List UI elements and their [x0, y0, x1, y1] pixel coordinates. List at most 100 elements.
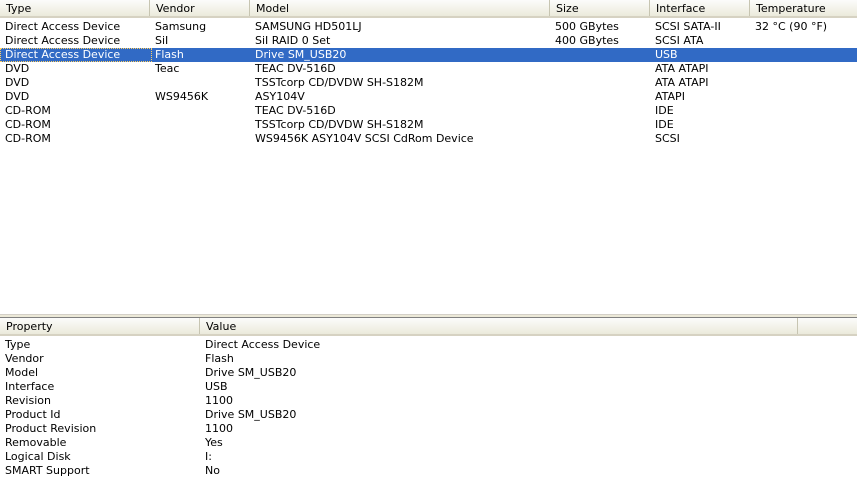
- property-cell-property: Model: [5, 366, 39, 379]
- property-cell-property: Vendor: [5, 352, 44, 365]
- property-row[interactable]: SMART Support No: [0, 464, 857, 478]
- property-cell-property: Logical Disk: [5, 450, 71, 463]
- device-cell-vendor: SiI: [155, 34, 169, 47]
- device-cell-vendor: [150, 104, 250, 118]
- device-row[interactable]: DVD Teac TEAC DV-516D ATA ATAPI: [0, 62, 857, 76]
- device-cell-type: Direct Access Device: [5, 20, 121, 33]
- device-cell-model: TSSTcorp CD/DVDW SH-S182M: [255, 118, 424, 131]
- device-cell-model: WS9456K ASY104V SCSI CdRom Device: [255, 132, 474, 145]
- property-list[interactable]: Property Value Type Direct Access Device V…: [0, 318, 857, 503]
- device-cell-size: [550, 48, 650, 62]
- device-row[interactable]: CD-ROM TEAC DV-516D IDE: [0, 104, 857, 118]
- device-cell-vendor: [150, 118, 250, 132]
- column-header-temperature[interactable]: Temperature: [750, 0, 857, 16]
- device-cell-temperature: [750, 76, 857, 90]
- device-cell-interface: SCSI ATA: [655, 34, 704, 47]
- device-cell-interface: SCSI SATA-II: [655, 20, 721, 33]
- device-cell-interface: IDE: [655, 118, 674, 131]
- property-row[interactable]: Type Direct Access Device: [0, 338, 857, 352]
- device-cell-size: [550, 90, 650, 104]
- column-header-vendor[interactable]: Vendor: [150, 0, 250, 16]
- device-cell-model: ASY104V: [255, 90, 305, 103]
- property-cell-property: Type: [5, 338, 31, 351]
- property-row[interactable]: Logical Disk I:: [0, 450, 857, 464]
- property-cell-value: No: [205, 464, 220, 477]
- device-cell-size: [550, 118, 650, 132]
- device-cell-temperature: [750, 90, 857, 104]
- device-cell-temperature: 32 °C (90 °F): [755, 20, 828, 33]
- device-cell-vendor: Flash: [155, 48, 184, 61]
- property-cell-value: Yes: [205, 436, 223, 449]
- column-header-model[interactable]: Model: [250, 0, 550, 16]
- device-cell-temperature: [750, 132, 857, 146]
- device-cell-size: [550, 76, 650, 90]
- device-cell-vendor: [150, 76, 250, 90]
- device-cell-model: TSSTcorp CD/DVDW SH-S182M: [255, 76, 424, 89]
- device-cell-temperature: [750, 34, 857, 48]
- property-cell-property: Removable: [5, 436, 67, 449]
- device-cell-model: Drive SM_USB20: [255, 48, 347, 61]
- device-cell-vendor: [150, 132, 250, 146]
- property-cell-value: USB: [205, 380, 228, 393]
- property-cell-value: Direct Access Device: [205, 338, 321, 351]
- property-row[interactable]: Vendor Flash: [0, 352, 857, 366]
- property-cell-property: Interface: [5, 380, 55, 393]
- device-cell-model: SAMSUNG HD501LJ: [255, 20, 362, 33]
- device-cell-type: CD-ROM: [5, 104, 51, 117]
- property-row[interactable]: Revision 1100: [0, 394, 857, 408]
- device-cell-temperature: [750, 48, 857, 62]
- column-header-interface[interactable]: Interface: [650, 0, 750, 16]
- property-cell-value: 1100: [205, 422, 233, 435]
- device-cell-temperature: [750, 62, 857, 76]
- property-list-header: Property Value: [0, 318, 857, 336]
- property-cell-property: Product Revision: [5, 422, 97, 435]
- device-cell-model: SiI RAID 0 Set: [255, 34, 331, 47]
- device-cell-size: 400 GBytes: [555, 34, 619, 47]
- device-cell-temperature: [750, 118, 857, 132]
- device-row[interactable]: DVD TSSTcorp CD/DVDW SH-S182M ATA ATAPI: [0, 76, 857, 90]
- column-header-property[interactable]: Property: [0, 318, 200, 334]
- device-cell-type: CD-ROM: [5, 132, 51, 145]
- column-header-size[interactable]: Size: [550, 0, 650, 16]
- property-cell-property: SMART Support: [5, 464, 90, 477]
- device-cell-size: [550, 104, 650, 118]
- property-row[interactable]: Interface USB: [0, 380, 857, 394]
- device-cell-temperature: [750, 104, 857, 118]
- device-cell-type: DVD: [5, 62, 30, 75]
- property-row[interactable]: Removable Yes: [0, 436, 857, 450]
- column-header-value[interactable]: Value: [200, 318, 798, 334]
- property-cell-value: I:: [205, 450, 212, 463]
- property-cell-value: Drive SM_USB20: [205, 366, 297, 379]
- device-cell-size: [550, 62, 650, 76]
- device-list[interactable]: Type Vendor Model Size Interface Tempera…: [0, 0, 857, 314]
- property-cell-property: Revision: [5, 394, 51, 407]
- device-row[interactable]: Direct Access Device Flash Drive SM_USB20 U…: [0, 48, 857, 62]
- property-row[interactable]: Product Revision 1100: [0, 422, 857, 436]
- property-cell-value: Drive SM_USB20: [205, 408, 297, 421]
- device-row[interactable]: CD-ROM WS9456K ASY104V SCSI CdRom Device S…: [0, 132, 857, 146]
- device-cell-size: 500 GBytes: [555, 20, 619, 33]
- device-cell-interface: ATA ATAPI: [655, 62, 709, 75]
- device-list-header: Type Vendor Model Size Interface Tempera…: [0, 0, 857, 18]
- property-row[interactable]: Model Drive SM_USB20: [0, 366, 857, 380]
- device-cell-interface: SCSI: [655, 132, 680, 145]
- device-cell-vendor: WS9456K: [155, 90, 209, 103]
- column-header-type[interactable]: Type: [0, 0, 150, 16]
- device-cell-model: TEAC DV-516D: [255, 104, 336, 117]
- device-cell-interface: USB: [655, 48, 678, 61]
- property-cell-value: 1100: [205, 394, 233, 407]
- device-row[interactable]: Direct Access Device SiI SiI RAID 0 Set 400…: [0, 34, 857, 48]
- property-cell-value: Flash: [205, 352, 234, 365]
- device-cell-type: Direct Access Device: [5, 34, 121, 47]
- device-cell-type: Direct Access Device: [5, 48, 121, 61]
- device-cell-interface: ATA ATAPI: [655, 76, 709, 89]
- property-cell-property: Product Id: [5, 408, 61, 421]
- device-cell-vendor: Samsung: [155, 20, 207, 33]
- device-cell-model: TEAC DV-516D: [255, 62, 336, 75]
- device-cell-vendor: Teac: [155, 62, 180, 75]
- device-row[interactable]: Direct Access Device Samsung SAMSUNG HD501…: [0, 20, 857, 34]
- property-row[interactable]: Product Id Drive SM_USB20: [0, 408, 857, 422]
- device-row[interactable]: DVD WS9456K ASY104V ATAPI: [0, 90, 857, 104]
- device-row[interactable]: CD-ROM TSSTcorp CD/DVDW SH-S182M IDE: [0, 118, 857, 132]
- device-cell-type: DVD: [5, 90, 30, 103]
